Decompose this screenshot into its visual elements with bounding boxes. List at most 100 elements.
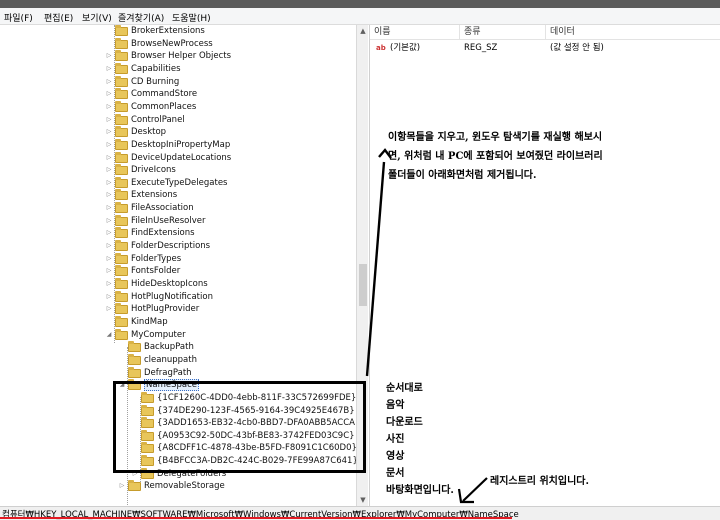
column-header-name[interactable]: 이름 [370,25,460,40]
annotation-registry-location: 레지스트리 위치입니다. [490,476,589,487]
expand-arrow-icon[interactable]: ▷ [105,278,113,290]
folder-icon [115,240,128,252]
tree-item-label: HideDesktopIcons [131,279,208,289]
menu-edit[interactable]: 편집(E) [44,11,73,24]
annotation-highlight-box [113,381,366,473]
annotation-list-line: 다운로드 [386,417,423,428]
tree-item-label: MyComputer [131,329,186,340]
expand-arrow-icon[interactable]: ▷ [105,291,113,303]
folder-icon [115,290,128,302]
value-type: REG_SZ [464,43,498,53]
collapse-arrow-icon[interactable]: ◢ [105,329,113,341]
folder-icon [128,480,141,492]
folder-icon [115,278,128,289]
expand-arrow-icon[interactable]: ▷ [105,126,113,138]
expand-arrow-icon[interactable]: ▷ [105,215,113,227]
tree-item-label: ControlPanel [131,114,185,125]
menu-help[interactable]: 도움말(H) [172,11,211,24]
expand-arrow-icon[interactable]: ▷ [105,265,113,277]
tree-item-label: CommandStore [131,89,198,100]
tree-item-label: FolderDescriptions [131,241,211,252]
tree-item-label: DefragPath [144,367,192,378]
path-underline [0,517,512,519]
expand-arrow-icon[interactable]: ▷ [105,139,113,151]
folder-icon [115,75,128,87]
annotation-list-line: 바탕화면입니다. [386,485,454,496]
folder-icon [115,50,128,62]
expand-arrow-icon[interactable]: ▷ [105,189,113,201]
tree-item-label: DriveIcons [131,165,176,176]
menu-file[interactable]: 파일(F) [4,11,33,24]
tree-item-label: Extensions [131,190,178,201]
tree-item-label: ExecuteTypeDelegates [131,177,228,188]
expand-arrow-icon[interactable]: ▷ [105,76,113,88]
annotation-explanation: 이항목들을 지우고, 윈도우 탐색기를 재실행 해보시면, 위처럼 내 PC에 … [388,132,603,181]
tree-item-label: cleanuppath [144,354,197,365]
expand-arrow-icon[interactable]: ▷ [105,63,113,75]
tree-item-label: FontsFolder [131,266,181,277]
tree-item-label: BrowseNewProcess [131,38,213,49]
scroll-up-arrow-icon[interactable]: ▲ [357,25,369,37]
expand-arrow-icon[interactable]: ▷ [105,177,113,189]
column-header-data[interactable]: 데이터 [546,25,720,40]
tree-item-label: HotPlugProvider [131,304,200,315]
tree-item-label: HotPlugNotification [131,291,213,302]
tree-item-label: FolderTypes [131,253,182,264]
expand-arrow-icon[interactable]: ▷ [105,303,113,315]
folder-icon [115,164,128,176]
folder-icon [128,366,141,378]
menu-favorites[interactable]: 즐겨찾기(A) [118,11,164,24]
folder-icon [115,100,128,112]
expand-arrow-icon[interactable]: ▷ [105,202,113,214]
folder-icon [115,214,128,226]
folder-icon [115,62,128,74]
tree-item-label: KindMap [131,316,168,327]
tree-item-label: DesktopIniPropertyMap [131,139,231,150]
expand-arrow-icon[interactable]: ▷ [118,480,126,492]
expand-arrow-icon[interactable]: ▷ [105,240,113,252]
expand-arrow-icon[interactable]: ▷ [105,253,113,265]
expand-arrow-icon[interactable]: ▷ [105,114,113,126]
expand-arrow-icon[interactable]: ▷ [105,50,113,62]
folder-icon [115,113,128,125]
folder-icon [115,126,128,138]
folder-icon [115,189,128,201]
tree-item-label: CommonPlaces [131,101,197,112]
expand-arrow-icon[interactable]: ▷ [105,101,113,113]
folder-icon [115,328,128,340]
tree-item-label: Desktop [131,127,167,138]
annotation-list-line: 문서 [386,468,405,479]
title-bar [0,0,720,8]
annotation-list-line: 사진 [386,434,405,445]
menu-view[interactable]: 보기(V) [82,11,112,24]
folder-icon [115,315,128,327]
folder-icon [115,176,128,188]
folder-icon [115,252,128,264]
value-name[interactable]: (기본값) [390,42,420,54]
menu-bar: 파일(F) 편집(E) 보기(V) 즐겨찾기(A) 도움말(H) [0,8,720,25]
value-data: (값 설정 안 됨) [550,43,604,53]
expand-arrow-icon[interactable]: ▷ [105,227,113,239]
tree-item-label: Capabilities [131,63,181,74]
tree-item-label: CD Burning [131,76,180,87]
expand-arrow-icon[interactable]: ▷ [105,164,113,176]
string-value-icon: ab [376,44,386,52]
annotation-folder-order: 순서대로 음악 다운로드 사진 영상 문서 바탕화면입니다. [386,380,454,499]
annotation-list-line: 순서대로 [386,383,423,394]
scroll-down-arrow-icon[interactable]: ▼ [357,494,369,506]
expand-arrow-icon[interactable]: ▷ [105,152,113,164]
scroll-thumb[interactable] [359,264,367,306]
folder-icon [115,227,128,239]
folder-icon [128,341,141,353]
folder-icon [115,303,128,315]
tree-item-label: FileAssociation [131,203,194,214]
tree-item-label: RemovableStorage [144,481,225,492]
folder-icon [128,353,141,365]
folder-icon [115,151,128,163]
folder-icon [115,88,128,100]
column-header-type[interactable]: 종류 [460,25,546,40]
tree-item-label: BrokerExtensions [131,26,205,36]
tree-item-label: FileInUseResolver [131,215,206,226]
expand-arrow-icon[interactable]: ▷ [105,88,113,100]
folder-icon [115,37,128,49]
